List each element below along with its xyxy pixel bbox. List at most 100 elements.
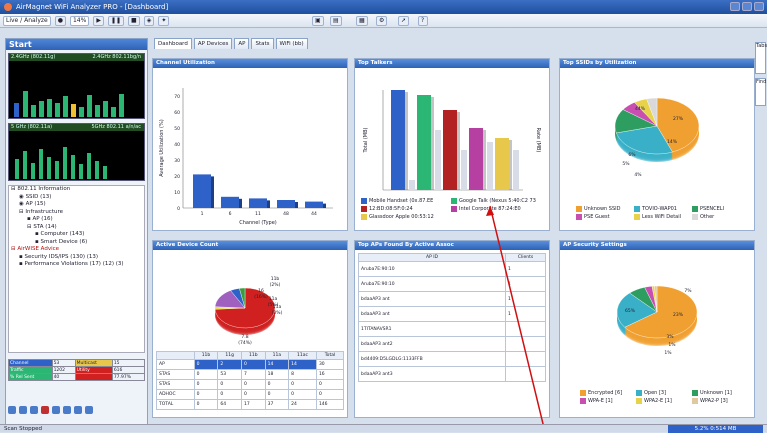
ap-id-cell: bdaaAP3 ant [358,291,506,307]
pause-icon[interactable]: ❚❚ [107,15,125,26]
legend-swatch [634,213,640,220]
filter-icon[interactable]: ● [54,15,66,26]
tree-node-computer[interactable]: ▪ Computer (143) [9,231,144,239]
tree-node-airwise[interactable]: ⊟ AirWISE Advice [9,246,144,254]
layout-icon[interactable]: ▤ [330,15,342,26]
wifi-icon[interactable]: ▣ [312,15,324,26]
table-row[interactable]: bdaaAP3 ant 1 [358,291,546,307]
slice-label: 11a [269,296,278,302]
close-button[interactable] [754,2,764,11]
mini-chart-right-label: 2.4GHz 802.11bg/n [92,54,142,60]
table-row[interactable]: bdaaAP3 ant3 [358,366,546,382]
tree-node-ap2[interactable]: ▪ AP (16) [9,216,144,224]
summary-cell: 15 [111,359,146,367]
slice-label: 11a [273,304,282,310]
filter-icon[interactable] [52,406,60,414]
device-tree: ⊟ 802.11 Information ◉ SSID (13) ◉ AP (1… [8,185,145,353]
tools-icon[interactable] [74,406,82,414]
legend-swatch [636,397,642,404]
stop-icon[interactable]: ■ [128,15,140,26]
tree-node-sta[interactable]: ⊟ STA (14) [9,224,144,232]
table-cell: 14 [264,359,290,370]
table-row[interactable]: bd4409:D5LGDLG:1133FFB [358,351,546,367]
talkers-chart: Total (MB) Rate (MB) [363,90,541,191]
table-row[interactable]: Aruba7E:90:10 1 [358,276,546,292]
minimize-button[interactable] [730,2,740,11]
legend-label: Glassdoor Apple 00:53:12 [369,214,434,220]
table-cell: 18 [264,369,290,380]
table-row[interactable]: 1TITANAVSR1 [358,321,546,337]
summary-cell: Utility [74,366,113,374]
legend-swatch [451,197,457,204]
slice-label: 1% [664,350,672,356]
table-row[interactable]: bdaaAP3 ant 1 [358,306,546,322]
zoom-select[interactable]: 14% [69,15,90,26]
settings-icon[interactable]: ✦ [158,15,170,26]
channel-utilization-panel: Channel Utilization 0 10 20 30 40 50 60 70 1 6 11 4… [152,58,348,231]
tree-node-performance[interactable]: ▪ Performance Violations (17) (12) (3) [9,261,144,269]
client-count-cell: 1 [505,276,546,292]
slice-label: 7% [684,288,692,294]
side-tab-tabs[interactable]: Tabs [755,42,767,74]
app-icon [4,3,12,11]
table-cell: 0 [264,379,290,390]
table-cell: 0 [288,379,317,390]
scan-icon[interactable] [19,406,27,414]
y-tick-label: 10 [174,190,180,196]
table-row[interactable]: TOTAL 0 64 17 37 24 146 [156,399,345,410]
tree-node-infra[interactable]: ⊟ Infrastructure [9,209,144,217]
report-icon[interactable] [63,406,71,414]
tools-icon[interactable]: ⚙ [376,15,388,26]
home-icon[interactable] [8,406,16,414]
tree-node-ssid[interactable]: ◉ SSID (13) [9,194,144,202]
device-icon[interactable]: ◈ [143,15,155,26]
grid-icon[interactable]: ▦ [356,15,368,26]
table-row[interactable]: AP 0 2 0 14 14 30 [156,359,345,370]
column-header[interactable]: AP ID [358,253,506,262]
table-row[interactable]: ADHOC 0 0 0 0 0 0 [156,389,345,400]
table-cell: 0 [217,389,242,400]
graph-icon[interactable] [30,406,38,414]
table-row[interactable]: STAS 0 0 0 0 0 0 [156,379,345,390]
legend-swatch [580,397,586,404]
table-cell: 0 [217,379,242,390]
tab-ap[interactable]: AP [234,38,250,49]
table-cell: 24 [288,399,317,410]
export-icon[interactable]: ➚ [398,15,410,26]
alert-icon[interactable] [41,406,49,414]
tab-dashboard[interactable]: Dashboard [154,38,192,49]
window-controls [730,2,764,11]
maximize-button[interactable] [742,2,752,11]
mode-select[interactable]: Live / Analyze [3,15,51,26]
tree-node-ap[interactable]: ◉ AP (15) [9,201,144,209]
more-icon[interactable] [85,406,93,414]
tab-wifi[interactable]: WiFi (bb) [275,38,308,49]
slice-label: 14% [667,139,678,145]
legend-swatch [576,205,582,212]
bar-side [267,200,270,208]
security-pie: 65% 23% 7% 3% 1% 1% [616,285,698,356]
client-count-cell [505,351,546,367]
summary-cell: % Rel Sent [8,373,53,381]
tree-node-security[interactable]: ▪ Security IDS/IPS (130) (13) [9,254,144,262]
tree-node-80211[interactable]: ⊟ 802.11 Information [9,186,144,194]
table-row[interactable]: STAS 0 53 7 18 8 16 [156,369,345,380]
tree-node-smart-device[interactable]: ▪ Smart Device (6) [9,239,144,247]
slice-label: 6% [628,152,636,158]
tab-stats[interactable]: Stats [251,38,274,49]
side-tab-find[interactable]: Find [755,78,766,106]
table-cell: 0 [193,389,219,400]
play-icon[interactable]: ▶ [93,15,104,26]
ssids-pie: 44% 27% 14% 6% 5% 4% [614,97,700,178]
legend-label: WPA-E [1] [588,398,613,404]
client-count-cell [505,366,546,382]
help-icon[interactable]: ? [418,15,428,26]
table-row[interactable]: Aruba7E:90:10 1 [358,261,546,277]
ssids-legend: Unknown SSID TOVIO-WAP01 PSENCELI PSE Guest… [576,205,752,221]
column-header[interactable]: Clients [505,253,546,262]
table-row[interactable]: bdaaAP3 ant2 [358,336,546,352]
tab-ap-devices[interactable]: AP Devices [193,38,233,49]
table-cell: 30 [315,359,345,370]
legend-item: Intel Corporate 87:24:E0 [451,205,541,213]
device-table: 11b 11g 11b 11a 11ac Total AP 0 2 0 14 14 30 STAS 0 53 7… [156,351,345,410]
